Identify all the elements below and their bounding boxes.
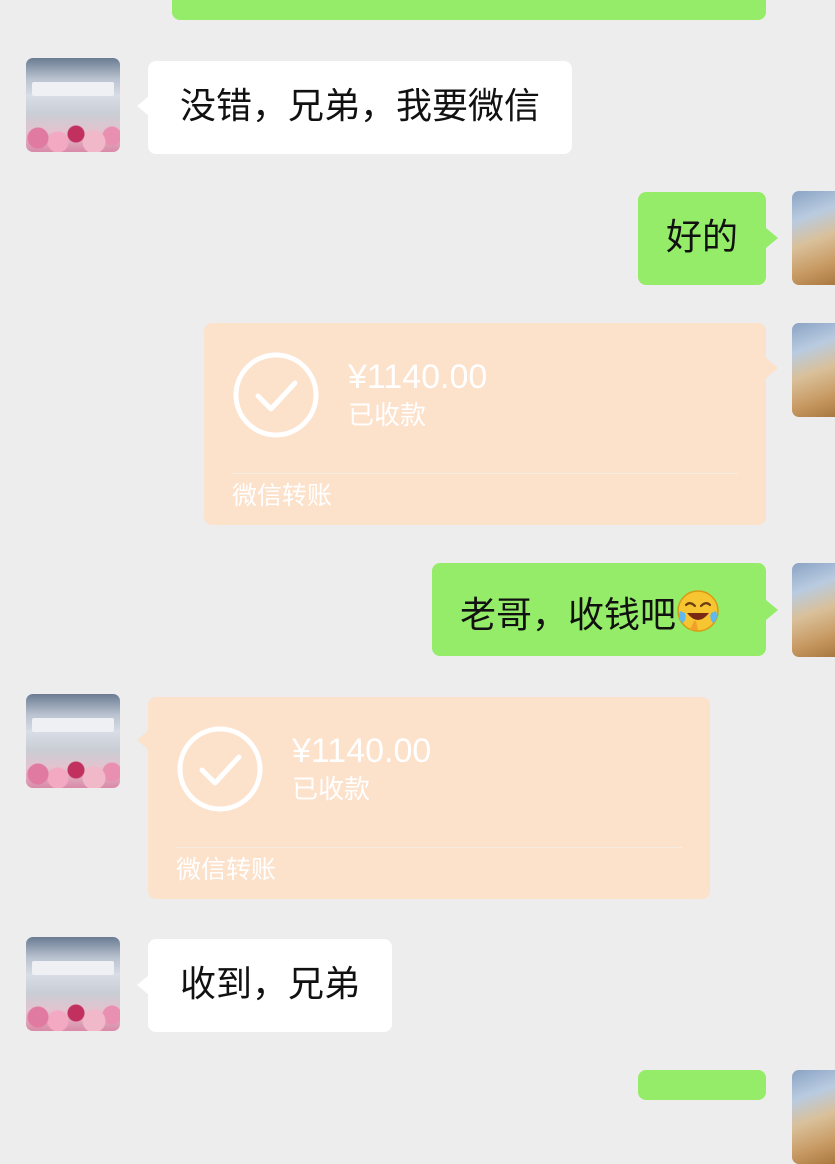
avatar-image <box>32 718 114 732</box>
bubble-tail <box>766 228 778 248</box>
transfer-status: 已收款 <box>348 401 427 431</box>
transfer-status: 已收款 <box>292 775 371 805</box>
transfer-amount: ¥1140.00 <box>348 358 488 396</box>
message-bubble-sent[interactable]: 好的 <box>638 192 766 285</box>
card-divider <box>232 473 738 474</box>
check-circle-icon <box>233 352 319 438</box>
laughing-crying-emoji-icon <box>677 590 719 632</box>
message-bubble-partial-bottom[interactable] <box>638 1070 766 1100</box>
transfer-card-received[interactable]: ¥1140.00 已收款 微信转账 <box>148 697 710 899</box>
my-avatar[interactable] <box>792 1070 835 1164</box>
contact-avatar[interactable] <box>26 937 120 1031</box>
check-circle-icon <box>177 726 263 812</box>
transfer-card-sent[interactable]: ¥1140.00 已收款 微信转账 <box>204 323 766 525</box>
message-text: 没错，兄弟，我要微信 <box>180 86 541 127</box>
message-text: 好的 <box>666 217 739 258</box>
message-bubble-sent[interactable]: 老哥，收钱吧 <box>432 563 766 656</box>
avatar-image-balloons <box>26 999 120 1031</box>
avatar-image <box>32 82 114 96</box>
transfer-label: 微信转账 <box>232 481 333 510</box>
my-avatar[interactable] <box>792 563 835 657</box>
my-avatar[interactable] <box>792 323 835 417</box>
contact-avatar[interactable] <box>26 58 120 152</box>
card-divider <box>176 847 682 848</box>
transfer-amount: ¥1140.00 <box>292 732 432 770</box>
message-bubble-received[interactable]: 收到，兄弟 <box>148 939 393 1032</box>
message-text: 收到，兄弟 <box>180 964 361 1005</box>
avatar-image-balloons <box>26 120 120 152</box>
transfer-label: 微信转账 <box>176 855 277 884</box>
message-bubble-received[interactable]: 没错，兄弟，我要微信 <box>148 61 573 154</box>
contact-avatar[interactable] <box>26 694 120 788</box>
bubble-tail <box>766 600 778 620</box>
my-avatar[interactable] <box>792 191 835 285</box>
message-bubble-partial-top[interactable] <box>172 0 766 20</box>
bubble-tail <box>766 358 778 378</box>
avatar-image-balloons <box>26 756 120 788</box>
message-text: 老哥，收钱吧 <box>460 595 677 636</box>
avatar-image <box>32 961 114 975</box>
